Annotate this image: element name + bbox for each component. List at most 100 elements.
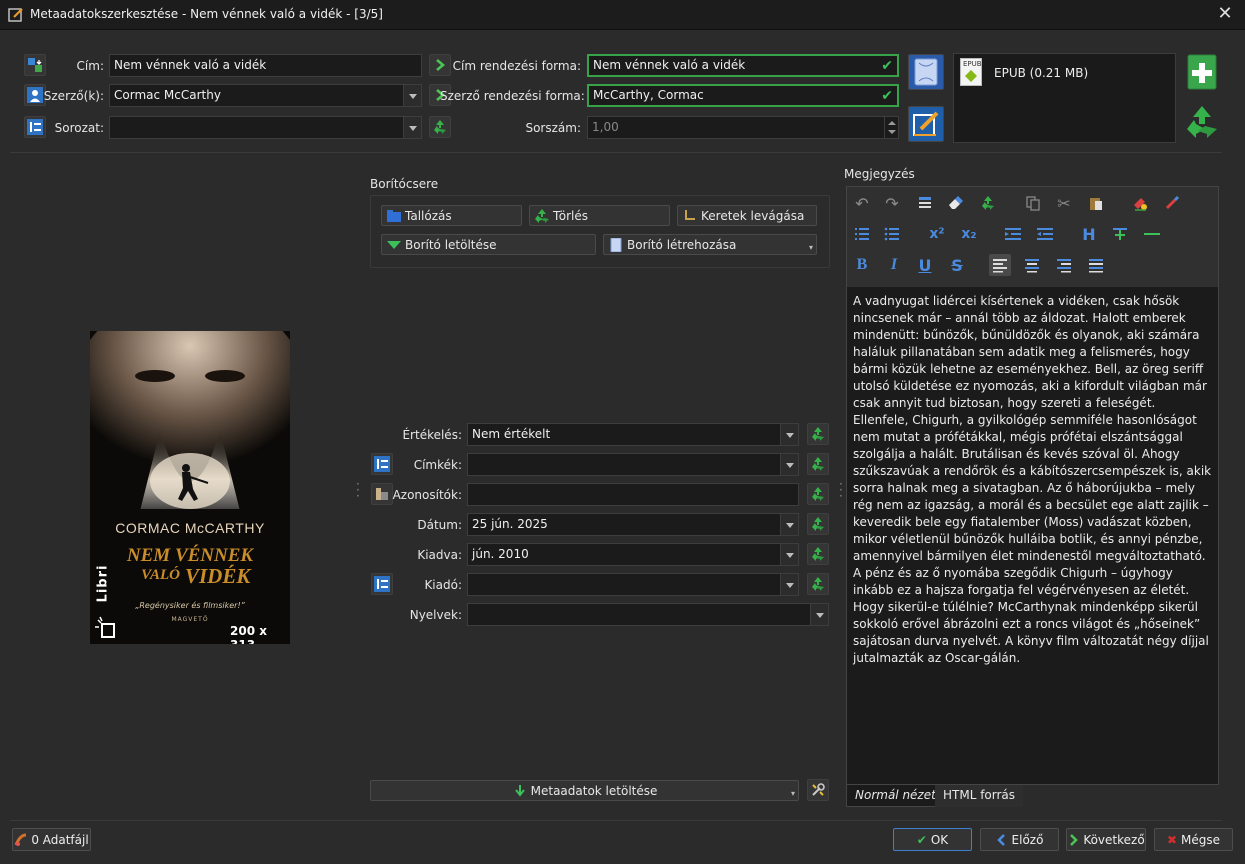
chevron-down-icon[interactable] — [780, 574, 798, 595]
outdent-icon[interactable] — [1034, 223, 1056, 245]
data-files-button[interactable]: 0 Adatfájl — [12, 828, 91, 851]
languages-combobox[interactable] — [467, 603, 829, 626]
publisher-combobox[interactable] — [467, 573, 799, 596]
splitter-handle-right[interactable]: · · · — [839, 478, 843, 502]
ok-button[interactable]: ✔ OK — [893, 828, 972, 851]
bold-icon[interactable]: B — [851, 254, 873, 276]
bullet-list-icon[interactable] — [881, 223, 903, 245]
next-button[interactable]: Következő — [1066, 828, 1146, 851]
close-icon[interactable]: ✕ — [1215, 4, 1235, 24]
subscript-icon[interactable]: x₂ — [958, 223, 980, 245]
identifiers-input[interactable] — [467, 483, 799, 506]
strikethrough-icon[interactable]: S — [946, 254, 968, 276]
rating-combobox[interactable]: Nem értékelt — [467, 423, 799, 446]
clear-date-button[interactable] — [807, 513, 829, 535]
insert-link-icon[interactable] — [1109, 223, 1131, 245]
title-input[interactable]: Nem vénnek való a vidék — [109, 54, 422, 77]
spin-arrows-icon[interactable] — [884, 117, 898, 138]
align-center-icon[interactable] — [1021, 254, 1043, 276]
date-combobox[interactable]: 25 jún. 2025 — [467, 513, 799, 536]
previous-label: Előző — [1011, 832, 1044, 847]
background-color-icon[interactable] — [1129, 192, 1151, 214]
tab-html-source[interactable]: HTML forrás — [935, 785, 1024, 807]
bottom-separator — [10, 820, 1222, 821]
underline-icon[interactable]: U — [914, 254, 936, 276]
select-all-icon[interactable] — [914, 192, 936, 214]
title-label: Cím: — [76, 59, 104, 73]
window-title: Metaadatokszerkesztése - Nem vénnek való… — [30, 7, 383, 21]
generate-cover-button[interactable]: Borító létrehozása ▾ — [603, 234, 817, 255]
chevron-down-icon[interactable] — [780, 424, 798, 445]
epub-badge-text: EPUB — [963, 60, 982, 68]
comments-editor[interactable]: ↶ ↷ ✂ x² x₂ H B I U S A vadnyugat lidérc… — [846, 186, 1219, 785]
align-right-icon[interactable] — [1053, 254, 1075, 276]
clear-publisher-button[interactable] — [807, 573, 829, 595]
clear-rating-button[interactable] — [807, 423, 829, 445]
cancel-button[interactable]: ✖ Mégse — [1154, 828, 1233, 851]
identifiers-label: Azonosítók: — [392, 488, 462, 502]
series-index-label: Sorszám: — [525, 121, 581, 135]
chevron-down-icon[interactable] — [780, 544, 798, 565]
clear-identifiers-button[interactable] — [807, 483, 829, 505]
title-sort-input[interactable]: Nem vénnek való a vidék ✔ — [587, 54, 899, 77]
italic-icon[interactable]: I — [883, 254, 905, 276]
chevron-down-icon[interactable] — [403, 117, 421, 138]
check-icon: ✔ — [916, 832, 927, 847]
recycle-icon[interactable] — [977, 192, 999, 214]
clear-published-button[interactable] — [807, 543, 829, 565]
edit-metadata-icon — [8, 8, 23, 22]
chevron-down-icon[interactable] — [780, 454, 798, 475]
align-left-icon[interactable] — [989, 254, 1011, 276]
paste-icon[interactable] — [1085, 192, 1107, 214]
cover-image[interactable]: CORMAC McCARTHY NEM VÉNNEK VALÓ VIDÉK „R… — [90, 331, 290, 644]
cut-icon[interactable]: ✂ — [1053, 192, 1075, 214]
indent-icon[interactable] — [1002, 223, 1024, 245]
remove-format-button[interactable] — [1184, 104, 1220, 140]
comments-text[interactable]: A vadnyugat lidércei kísértenek a vidéke… — [853, 293, 1213, 667]
tab-normal-view[interactable]: Normál nézet — [846, 785, 945, 807]
browse-cover-button[interactable]: Tallózás — [381, 205, 522, 226]
cover-gallery-button[interactable] — [908, 54, 944, 90]
edit-pencil-icon — [913, 111, 939, 136]
tags-label: Címkék: — [413, 458, 462, 472]
configure-metadata-download-button[interactable] — [807, 779, 829, 801]
author-combobox[interactable]: Cormac McCarthy — [109, 84, 422, 107]
previous-button[interactable]: Előző — [980, 828, 1059, 851]
chevron-down-icon[interactable] — [780, 514, 798, 535]
clear-tags-button[interactable] — [807, 453, 829, 475]
superscript-icon[interactable]: x² — [926, 223, 948, 245]
eraser-icon[interactable] — [944, 192, 966, 214]
horizontal-rule-icon[interactable] — [1141, 223, 1163, 245]
formats-list[interactable]: EPUB EPUB (0.21 MB) — [953, 53, 1176, 143]
trim-cover-button[interactable]: Keretek levágása — [677, 205, 817, 226]
download-metadata-button[interactable]: Metaadatok letöltése ▾ — [370, 780, 799, 801]
redo-icon[interactable]: ↷ — [881, 192, 903, 214]
published-combobox[interactable]: jún. 2010 — [467, 543, 799, 566]
next-label: Következő — [1083, 832, 1145, 847]
copy-icon[interactable] — [1022, 192, 1044, 214]
tags-combobox[interactable] — [467, 453, 799, 476]
series-combobox[interactable] — [109, 116, 422, 139]
series-index-spinbox[interactable]: 1,00 — [587, 116, 899, 139]
rating-value: Nem értékelt — [472, 427, 551, 441]
splitter-handle-left[interactable]: · · · — [356, 478, 360, 502]
cover-title-line3: VIDÉK — [185, 564, 251, 588]
wrench-icon — [812, 783, 825, 796]
text-color-icon[interactable] — [1161, 192, 1183, 214]
heading-icon[interactable]: H — [1078, 223, 1100, 245]
recycle-icon — [812, 487, 824, 501]
published-value: jún. 2010 — [472, 547, 529, 561]
numbered-list-icon[interactable] — [851, 223, 873, 245]
add-format-button[interactable] — [1184, 53, 1220, 91]
chevron-down-icon[interactable] — [810, 604, 828, 625]
download-cover-button[interactable]: Borító letöltése — [381, 234, 596, 255]
undo-icon[interactable]: ↶ — [851, 192, 873, 214]
chevron-down-icon[interactable] — [403, 85, 421, 106]
edit-book-button[interactable] — [908, 106, 944, 142]
download-arrow-icon — [514, 784, 525, 797]
align-justify-icon[interactable] — [1085, 254, 1107, 276]
author-sort-input[interactable]: McCarthy, Cormac ✔ — [587, 84, 899, 107]
top-separator — [10, 152, 1222, 153]
format-item-epub[interactable]: EPUB (0.21 MB) — [994, 66, 1088, 80]
delete-cover-button[interactable]: Törlés — [529, 205, 670, 226]
